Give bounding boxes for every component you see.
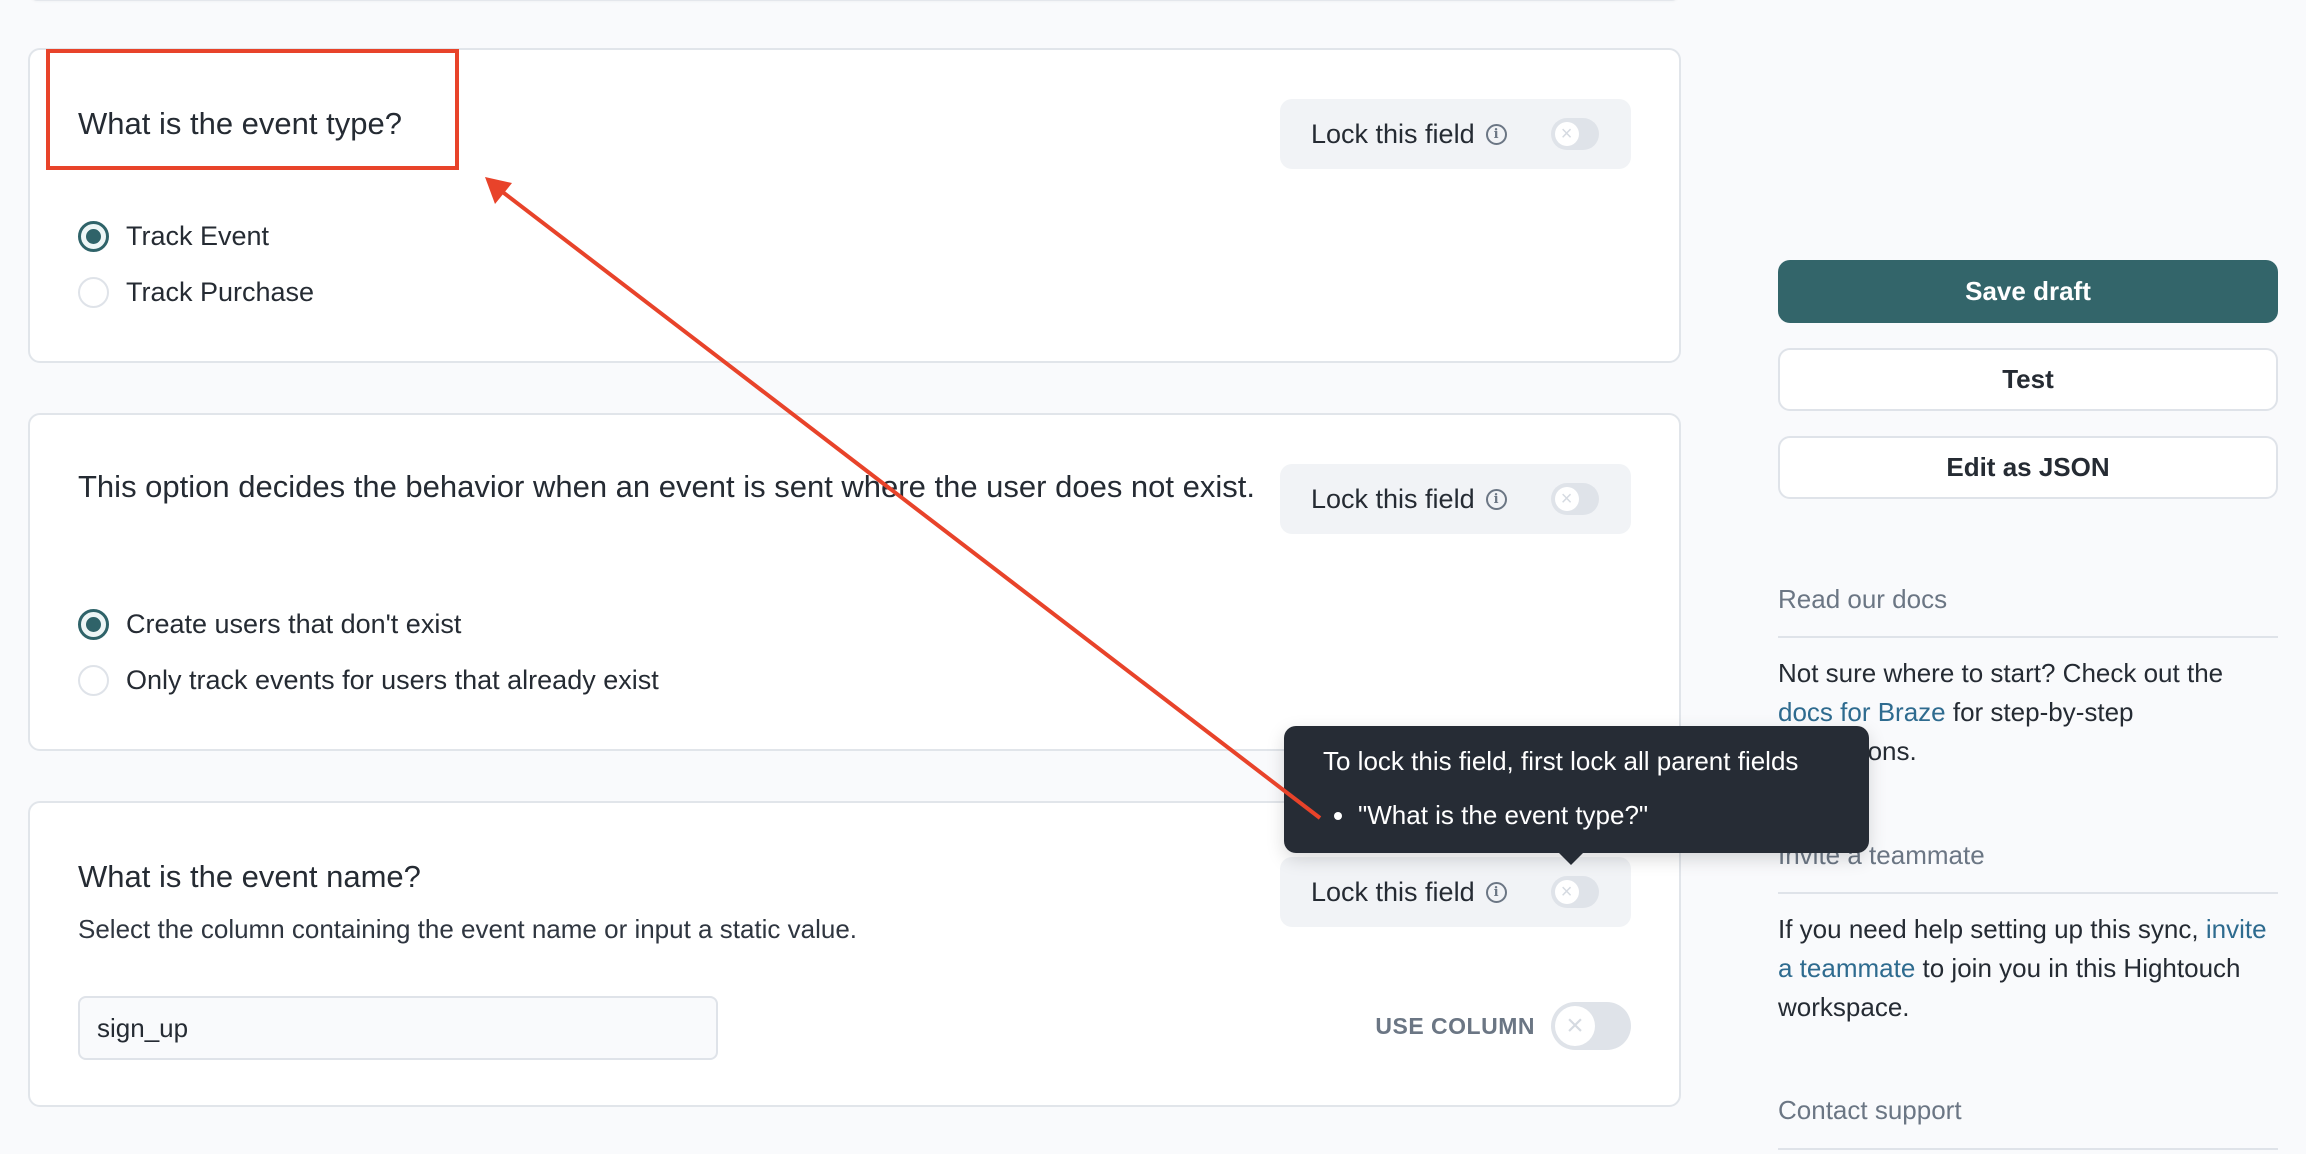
- use-column-control: USE COLUMN ×: [1375, 1002, 1631, 1050]
- card-description: Select the column containing the event n…: [78, 914, 858, 944]
- radio-option-only-track-existing[interactable]: Only track events for users that already…: [78, 665, 659, 696]
- radio-label: Only track events for users that already…: [126, 665, 659, 695]
- x-icon: ×: [1554, 880, 1579, 904]
- radio-label: Create users that don't exist: [126, 609, 462, 639]
- divider: [1778, 1148, 2278, 1150]
- lock-tooltip: To lock this field, first lock all paren…: [1284, 726, 1869, 853]
- user-behavior-card: This option decides the behavior when an…: [28, 413, 1681, 751]
- lock-field-control: Lock this field i ×: [1280, 99, 1631, 169]
- text: If you need help setting up this sync,: [1778, 914, 2206, 944]
- lock-field-label: Lock this field: [1311, 483, 1475, 514]
- save-draft-button[interactable]: Save draft: [1778, 260, 2278, 323]
- text: Not sure where to start? Check out the: [1778, 658, 2224, 688]
- invite-teammate-text: If you need help setting up this sync, i…: [1778, 910, 2278, 1027]
- radio-button[interactable]: [78, 221, 109, 252]
- x-icon: ×: [1554, 122, 1579, 146]
- use-column-label: USE COLUMN: [1375, 1012, 1535, 1039]
- divider: [1778, 892, 2278, 894]
- x-icon: ×: [1555, 1006, 1595, 1046]
- radio-option-create-users[interactable]: Create users that don't exist: [78, 609, 461, 640]
- radio-button[interactable]: [78, 609, 109, 640]
- lock-field-toggle[interactable]: ×: [1550, 118, 1599, 150]
- info-icon[interactable]: i: [1485, 881, 1507, 903]
- bullet-icon: [1334, 811, 1342, 820]
- radio-option-track-purchase[interactable]: Track Purchase: [78, 277, 314, 308]
- edit-as-json-button[interactable]: Edit as JSON: [1778, 436, 2278, 499]
- lock-field-control: Lock this field i ×: [1280, 857, 1631, 927]
- previous-card-edge: [28, 0, 1681, 1]
- card-title: What is the event name?: [78, 859, 421, 894]
- event-name-input[interactable]: [78, 996, 718, 1060]
- contact-support-heading[interactable]: Contact support: [1778, 1095, 1962, 1126]
- lock-field-label: Lock this field: [1311, 118, 1475, 149]
- radio-button[interactable]: [78, 665, 109, 696]
- tooltip-caret: [1558, 852, 1584, 865]
- use-column-toggle[interactable]: ×: [1551, 1002, 1631, 1050]
- card-title: What is the event type?: [78, 106, 402, 141]
- radio-label: Track Event: [126, 221, 270, 251]
- lock-field-toggle[interactable]: ×: [1550, 483, 1599, 515]
- tooltip-item-text: "What is the event type?": [1358, 800, 1649, 830]
- docs-link[interactable]: docs for Braze: [1778, 697, 1946, 727]
- tooltip-title: To lock this field, first lock all paren…: [1323, 746, 1799, 776]
- lock-field-control: Lock this field i ×: [1280, 464, 1631, 534]
- lock-field-toggle[interactable]: ×: [1550, 876, 1599, 908]
- tooltip-list-item: "What is the event type?": [1334, 800, 1648, 831]
- info-icon[interactable]: i: [1485, 488, 1507, 510]
- card-title: This option decides the behavior when an…: [78, 469, 1255, 504]
- info-icon[interactable]: i: [1485, 123, 1507, 145]
- x-icon: ×: [1554, 487, 1579, 511]
- read-docs-heading: Read our docs: [1778, 584, 1948, 614]
- lock-field-label: Lock this field: [1311, 876, 1475, 907]
- radio-option-track-event[interactable]: Track Event: [78, 221, 269, 252]
- divider: [1778, 636, 2278, 638]
- event-type-card: What is the event type? Lock this field …: [28, 48, 1681, 363]
- test-button[interactable]: Test: [1778, 348, 2278, 411]
- radio-button[interactable]: [78, 277, 109, 308]
- radio-label: Track Purchase: [126, 277, 315, 307]
